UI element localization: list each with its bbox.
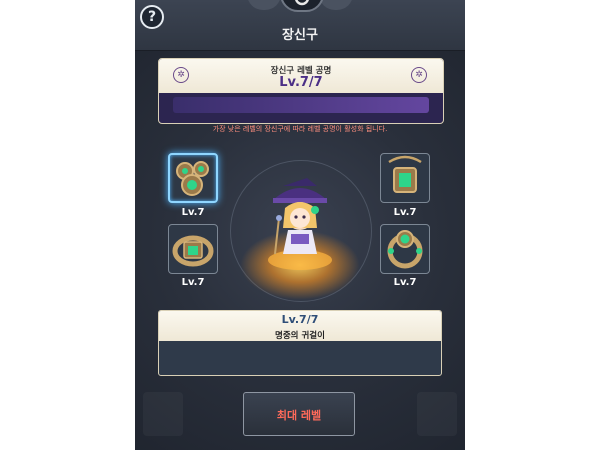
crest-wing-right xyxy=(319,0,353,10)
page-title: 장신구 xyxy=(282,28,318,43)
slot-earring[interactable] xyxy=(168,153,218,203)
necklace-icon xyxy=(388,155,422,193)
character-icon xyxy=(268,178,332,270)
slot-necklace-level: Lv.7 xyxy=(393,207,417,218)
slot-ring-level: Lv.7 xyxy=(393,277,417,288)
slot-earring-level: Lv.7 xyxy=(181,207,205,218)
max-level-button[interactable]: 최대 레벨 xyxy=(243,392,355,436)
resonance-bar xyxy=(173,97,429,113)
crest-wing-left xyxy=(247,0,281,10)
max-level-label: 최대 레벨 xyxy=(276,409,322,422)
bg-decoration xyxy=(143,392,183,436)
header-bar: ? 장신구 xyxy=(135,0,465,51)
bg-decoration xyxy=(417,392,457,436)
resonance-level: Lv.7/7 xyxy=(279,75,323,90)
crest-ring-icon xyxy=(295,0,309,6)
slot-bracelet[interactable] xyxy=(168,224,218,274)
bracelet-icon xyxy=(172,235,214,267)
slot-necklace[interactable] xyxy=(380,153,430,203)
slot-bracelet-level: Lv.7 xyxy=(181,277,205,288)
item-level: Lv.7/7 xyxy=(281,313,319,326)
slot-ring[interactable] xyxy=(380,224,430,274)
accessory-screen: ? 장신구 ✲ ✲ 장신구 레벨 공명 Lv.7/7 가장 낮은 레벨의 장신구… xyxy=(135,0,465,450)
item-detail-panel: Lv.7/7 명중의 귀걸이 xyxy=(158,310,442,376)
crest-emblem-icon xyxy=(280,0,324,12)
item-name: 명중의 귀걸이 xyxy=(275,331,325,341)
resonance-notice: 가장 낮은 레벨의 장신구에 따라 레벨 공명이 활성화 됩니다. xyxy=(212,125,388,133)
earring-icon xyxy=(176,161,209,196)
ring-icon xyxy=(387,230,423,269)
resonance-panel: ✲ ✲ 장신구 레벨 공명 Lv.7/7 xyxy=(158,58,444,124)
